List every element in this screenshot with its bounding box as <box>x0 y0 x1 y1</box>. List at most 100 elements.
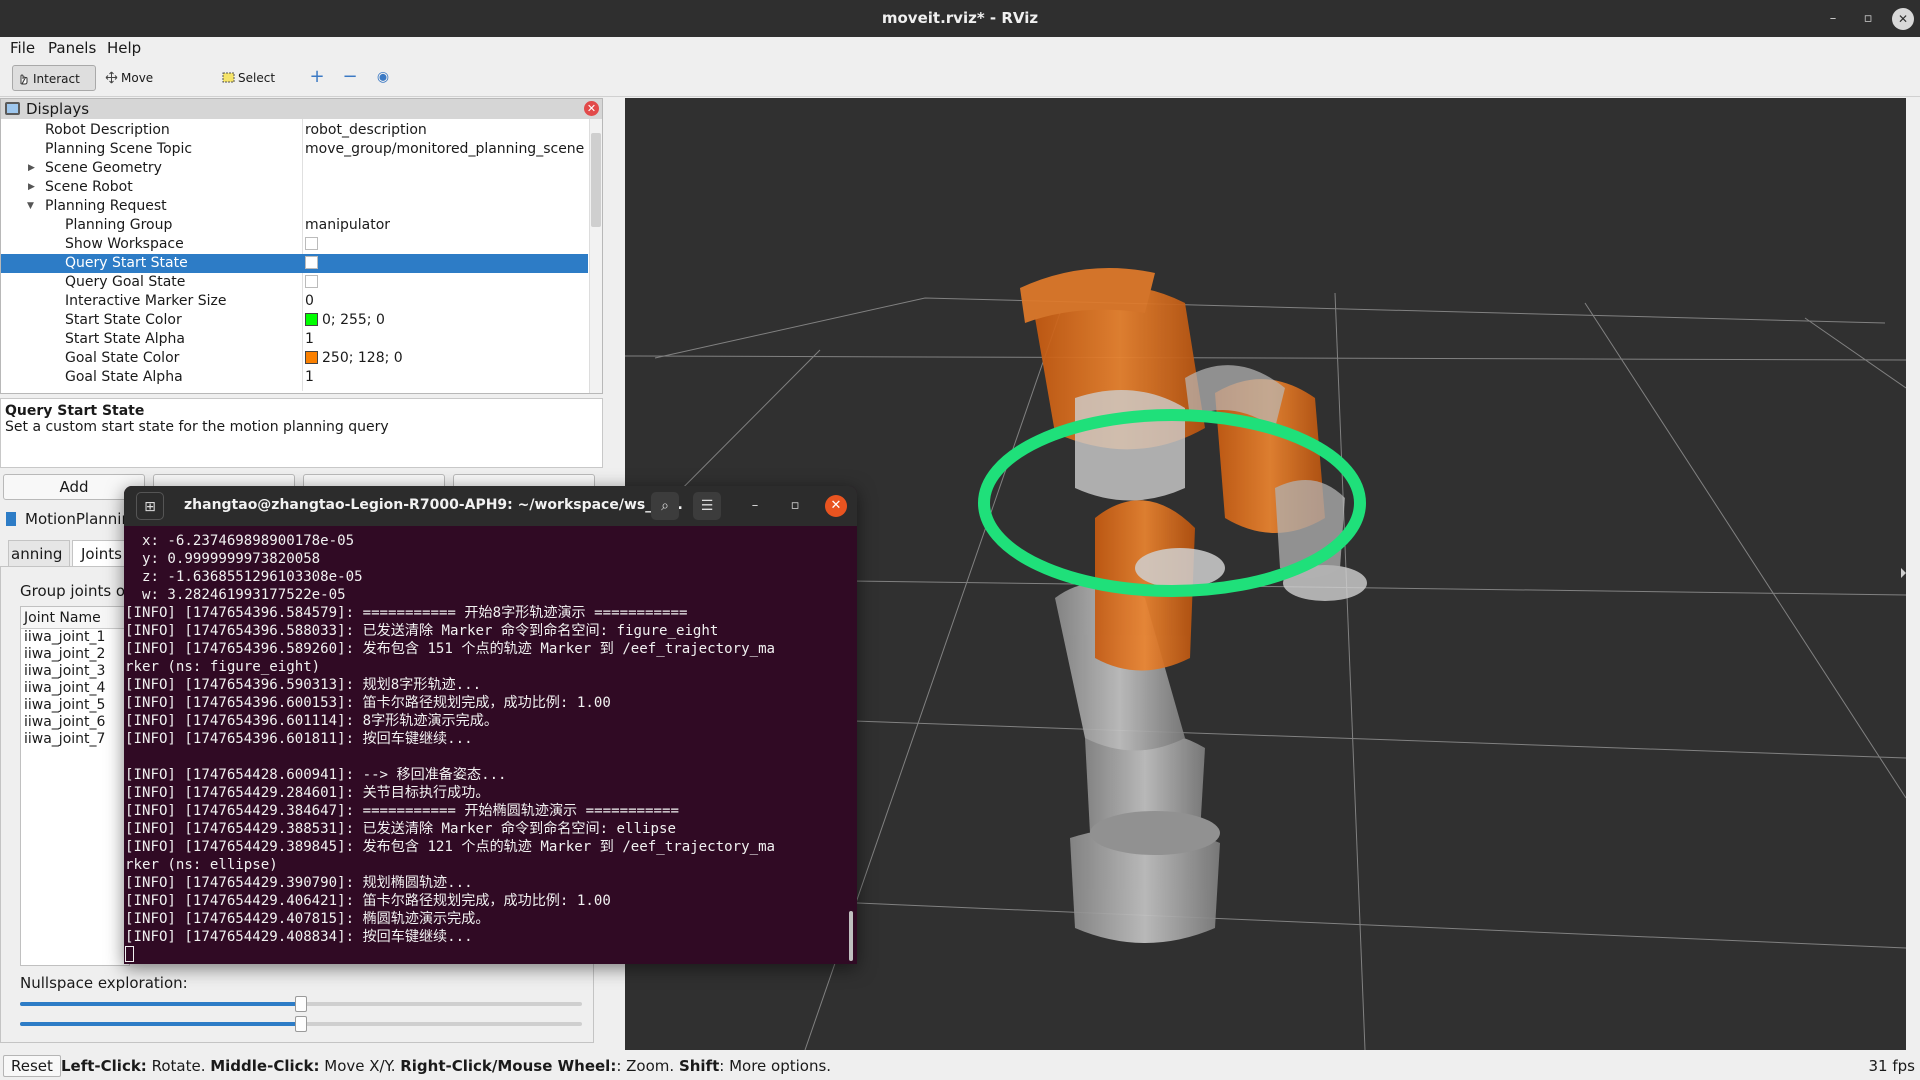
terminal-line: [INFO] [1747654429.406421]: 笛卡尔路径规划完成，成功… <box>125 893 611 909</box>
prop-color-value[interactable]: 0; 255; 0 <box>305 311 385 330</box>
nullspace-label: Nullspace exploration: <box>20 974 188 992</box>
prop-row-interactive-marker-size[interactable]: Interactive Marker Size 0 <box>1 292 588 311</box>
description-title: Query Start State <box>5 403 145 419</box>
prop-row-scene-robot[interactable]: ▶ Scene Robot <box>1 178 588 197</box>
terminal-line: rker (ns: figure_eight) <box>125 659 321 675</box>
motion-planning-icon <box>6 512 16 526</box>
prop-checkbox[interactable] <box>305 235 318 254</box>
joint-row[interactable]: iiwa_joint_6 <box>21 714 129 731</box>
prop-name: Goal State Alpha <box>65 369 183 384</box>
terminal-maximize-button[interactable]: ▫ <box>784 495 806 517</box>
maximize-button[interactable]: ▫ <box>1857 8 1879 30</box>
prop-row-planning-group[interactable]: Planning Group manipulator <box>1 216 588 235</box>
collapse-arrow-icon[interactable]: ▼ <box>27 197 34 216</box>
prop-row-robot-description[interactable]: Robot Description robot_description <box>1 121 588 140</box>
prop-row-planning-request[interactable]: ▼ Planning Request <box>1 197 588 216</box>
terminal-line: rker (ns: ellipse) <box>125 857 278 873</box>
prop-value[interactable]: move_group/monitored_planning_scene <box>305 140 584 159</box>
expand-arrow-icon[interactable]: ▶ <box>28 159 35 178</box>
prop-checkbox[interactable] <box>305 254 318 273</box>
terminal-line: [INFO] [1747654429.408834]: 按回车键继续... <box>125 929 473 945</box>
window-title: moveit.rviz* - RViz <box>881 9 1039 27</box>
prop-color-value[interactable]: 250; 128; 0 <box>305 349 403 368</box>
slider-handle[interactable] <box>295 1016 307 1032</box>
scrollbar-thumb[interactable] <box>591 133 601 227</box>
joint-row[interactable]: iiwa_joint_3 <box>21 663 129 680</box>
menu-bar: File Panels Help <box>0 37 1920 59</box>
slider-fill <box>20 1002 301 1006</box>
prop-row-goal-state-color[interactable]: Goal State Color 250; 128; 0 <box>1 349 588 368</box>
camera-view-icon[interactable]: ◉ <box>373 67 393 87</box>
menu-file[interactable]: File <box>10 39 35 57</box>
menu-help[interactable]: Help <box>107 39 141 57</box>
prop-name: Show Workspace <box>65 236 184 252</box>
prop-row-start-state-color[interactable]: Start State Color 0; 255; 0 <box>1 311 588 330</box>
prop-value[interactable]: robot_description <box>305 121 427 140</box>
prop-row-goal-state-alpha[interactable]: Goal State Alpha 1 <box>1 368 588 384</box>
interact-tool-button[interactable]: Interact <box>12 65 96 91</box>
interact-label: Interact <box>33 72 80 86</box>
tab-joints[interactable]: Joints <box>72 540 132 566</box>
joint-row[interactable]: iiwa_joint_7 <box>21 731 129 748</box>
terminal-window[interactable]: ⊞ zhangtao@zhangtao-Legion-R7000-APH9: ~… <box>124 486 857 964</box>
terminal-close-button[interactable]: ✕ <box>825 495 847 517</box>
prop-value[interactable]: 1 <box>305 330 314 349</box>
joint-row[interactable]: iiwa_joint_4 <box>21 680 129 697</box>
terminal-line: [INFO] [1747654429.388531]: 已发送清除 Marker… <box>125 821 676 837</box>
prop-row-query-goal-state[interactable]: Query Goal State <box>1 273 588 292</box>
prop-value[interactable]: 1 <box>305 368 314 384</box>
color-swatch[interactable] <box>305 313 318 326</box>
prop-row-start-state-alpha[interactable]: Start State Alpha 1 <box>1 330 588 349</box>
checkbox-unchecked[interactable] <box>305 256 318 269</box>
color-swatch[interactable] <box>305 351 318 364</box>
hand-pointer-icon <box>20 74 28 85</box>
terminal-scrollbar[interactable] <box>849 911 853 961</box>
checkbox-unchecked[interactable] <box>305 275 318 288</box>
hint-key: Left-Click: <box>61 1057 147 1075</box>
terminal-line: [INFO] [1747654396.589260]: 发布包含 151 个点的… <box>125 641 776 657</box>
navigation-hint: Left-Click: Rotate. Middle-Click: Move X… <box>61 1052 831 1080</box>
terminal-titlebar[interactable]: ⊞ zhangtao@zhangtao-Legion-R7000-APH9: ~… <box>124 486 857 526</box>
terminal-line: w: 3.282461993177522e-05 <box>125 587 346 603</box>
hamburger-menu-icon[interactable]: ☰ <box>693 492 721 520</box>
prop-name: Start State Alpha <box>65 331 185 347</box>
prop-value[interactable]: manipulator <box>305 216 390 235</box>
close-panel-icon[interactable]: ✕ <box>584 101 599 116</box>
slider-handle[interactable] <box>295 996 307 1012</box>
terminal-minimize-button[interactable]: – <box>744 495 766 517</box>
tab-planning[interactable]: anning <box>8 540 70 566</box>
reset-view-button[interactable]: Reset <box>3 1055 61 1077</box>
prop-row-scene-geometry[interactable]: ▶ Scene Geometry <box>1 159 588 178</box>
select-tool-button[interactable]: Select <box>218 65 280 91</box>
minimize-button[interactable]: – <box>1822 8 1844 30</box>
search-icon[interactable]: ⌕ <box>651 492 679 520</box>
move-camera-tool-button[interactable]: Move Camera <box>101 65 201 111</box>
prop-row-planning-scene-topic[interactable]: Planning Scene Topic move_group/monitore… <box>1 140 588 159</box>
terminal-output[interactable]: x: -6.237469898900178e-05 y: 0.999999997… <box>125 532 843 962</box>
joint-row[interactable]: iiwa_joint_5 <box>21 697 129 714</box>
expand-arrow-icon[interactable]: ▶ <box>28 178 35 197</box>
nullspace-slider[interactable] <box>20 996 582 1012</box>
property-description: Query Start State Set a custom start sta… <box>0 398 603 468</box>
displays-scrollbar[interactable] <box>589 119 602 393</box>
add-tool-icon[interactable]: + <box>307 67 327 87</box>
joint-name-header[interactable]: Joint Name <box>21 607 129 629</box>
terminal-line: [INFO] [1747654396.601114]: 8字形轨迹演示完成。 <box>125 713 498 729</box>
prop-checkbox[interactable] <box>305 273 318 292</box>
hint-text: Rotate. <box>146 1057 211 1075</box>
nullspace-slider[interactable] <box>20 1016 582 1032</box>
new-tab-icon[interactable]: ⊞ <box>136 492 164 520</box>
close-window-button[interactable]: ✕ <box>1892 8 1914 30</box>
prop-row-show-workspace[interactable]: Show Workspace <box>1 235 588 254</box>
motion-planning-header: MotionPlannin <box>0 508 131 530</box>
prop-value[interactable]: 0 <box>305 292 314 311</box>
joint-row[interactable]: iiwa_joint_1 <box>21 629 129 646</box>
hint-key: Shift <box>678 1057 720 1075</box>
status-bar: Reset Left-Click: Rotate. Middle-Click: … <box>0 1052 1920 1080</box>
remove-tool-icon[interactable]: − <box>340 67 360 87</box>
joint-list: Joint Name iiwa_joint_1 iiwa_joint_2 iiw… <box>20 606 130 966</box>
menu-panels[interactable]: Panels <box>48 39 96 57</box>
joint-row[interactable]: iiwa_joint_2 <box>21 646 129 663</box>
checkbox-unchecked[interactable] <box>305 237 318 250</box>
prop-row-query-start-state[interactable]: Query Start State <box>1 254 588 273</box>
